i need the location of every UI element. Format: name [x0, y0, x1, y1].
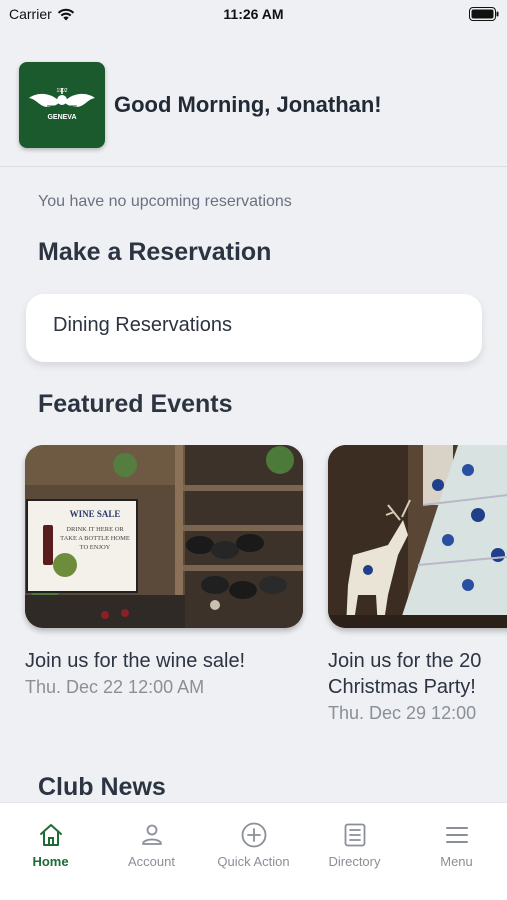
clock: 11:26 AM — [223, 6, 284, 22]
event-title: Join us for the 20 Christmas Party! — [328, 648, 507, 700]
tab-quick-action[interactable]: Quick Action — [203, 803, 304, 873]
svg-text:DRINK IT HERE OR: DRINK IT HERE OR — [66, 526, 124, 533]
tab-home[interactable]: Home — [0, 803, 101, 873]
svg-text:TO ENJOY: TO ENJOY — [80, 544, 111, 551]
club-news-heading: Club News — [38, 773, 166, 801]
svg-text:GENEVA: GENEVA — [47, 114, 76, 121]
battery-icon — [469, 7, 499, 21]
bottom-tab-bar: Home Account Quick Action Directory Menu — [0, 802, 507, 900]
svg-text:TAKE A BOTTLE HOME: TAKE A BOTTLE HOME — [60, 535, 130, 542]
home-icon — [40, 824, 62, 846]
event-title-line: Join us for the 20 — [328, 650, 482, 672]
tab-quick-action-label: Quick Action — [217, 854, 290, 869]
svg-text:WINE SALE: WINE SALE — [70, 509, 121, 519]
club-logo[interactable]: 1902 GENEVA — [19, 62, 105, 148]
wine-sale-photo: WINE SALE DRINK IT HERE OR TAKE A BOTTLE… — [25, 445, 303, 628]
event-card[interactable]: WINE SALE DRINK IT HERE OR TAKE A BOTTLE… — [25, 445, 303, 698]
status-bar: Carrier 11:26 AM — [0, 0, 507, 30]
make-reservation-heading: Make a Reservation — [38, 238, 272, 266]
event-title: Join us for the wine sale! — [25, 650, 246, 672]
tab-account[interactable]: Account — [101, 803, 202, 873]
tab-directory[interactable]: Directory — [304, 803, 405, 873]
hamburger-icon — [446, 827, 468, 843]
directory-icon — [344, 823, 366, 847]
tab-directory-label: Directory — [328, 854, 381, 869]
featured-events-heading: Featured Events — [38, 390, 233, 418]
tab-home-label: Home — [32, 854, 69, 869]
person-icon — [142, 824, 162, 845]
event-date: Thu. Dec 29 12:00 — [328, 703, 477, 723]
featured-events-carousel[interactable]: WINE SALE DRINK IT HERE OR TAKE A BOTTLE… — [0, 445, 507, 745]
tab-account-label: Account — [128, 854, 175, 869]
tab-menu-label: Menu — [440, 854, 473, 869]
dining-reservations-label: Dining Reservations — [53, 314, 232, 336]
event-card[interactable]: Join us for the 20 Christmas Party! Thu.… — [328, 445, 507, 724]
leaf-emblem-icon: 1902 GENEVA — [29, 88, 95, 121]
greeting-text: Good Morning, Jonathan! — [114, 92, 382, 117]
event-title-line: Christmas Party! — [328, 676, 476, 698]
plus-circle-icon — [241, 822, 267, 848]
tab-menu[interactable]: Menu — [406, 803, 507, 873]
no-reservations-message: You have no upcoming reservations — [38, 193, 292, 210]
home-header: 1902 GENEVA Good Morning, Jonathan! — [0, 30, 507, 167]
christmas-tree-photo — [328, 445, 507, 628]
dining-reservations-button[interactable]: Dining Reservations — [26, 294, 482, 362]
event-date: Thu. Dec 22 12:00 AM — [25, 677, 205, 697]
